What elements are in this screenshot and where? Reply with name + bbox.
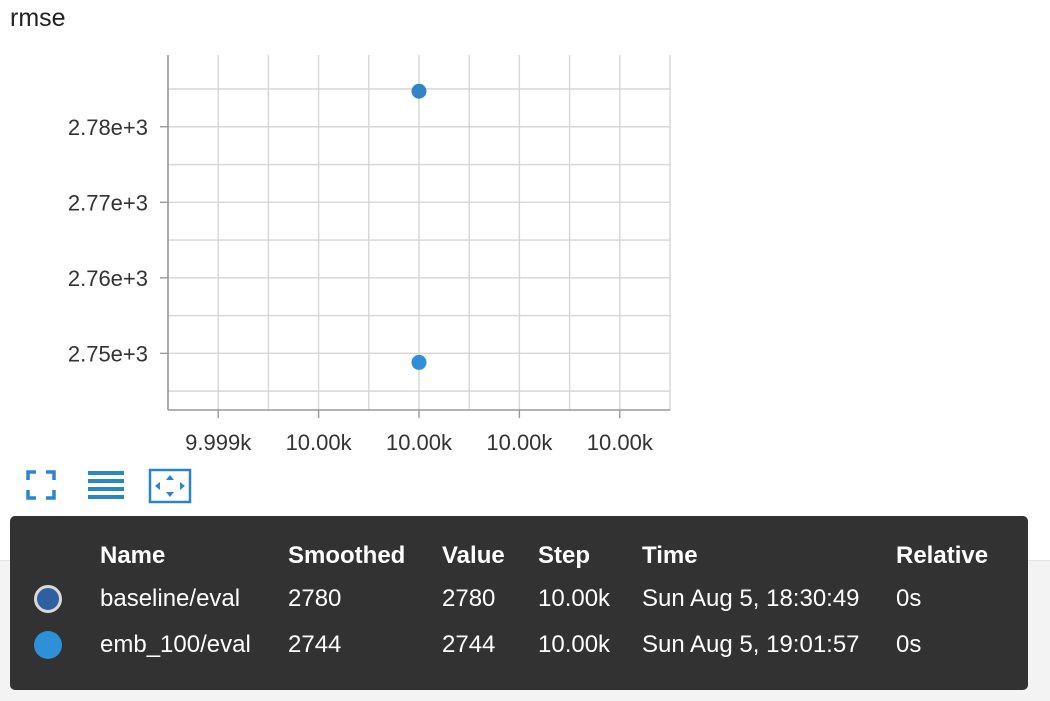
x-tick-label: 10.00k [486, 430, 553, 455]
row-time: Sun Aug 5, 19:01:57 [642, 631, 860, 658]
series-color-dot [34, 585, 62, 614]
tooltip-row-emb100: emb_100/eval 2744 2744 10.00k Sun Aug 5,… [34, 622, 1006, 668]
expand-arrows-icon [148, 468, 192, 504]
toggle-log-scale-button[interactable] [86, 468, 130, 508]
x-tick-label: 10.00k [386, 430, 453, 455]
header-smoothed: Smoothed [288, 542, 406, 569]
tooltip-row-baseline: baseline/eval 2780 2780 10.00k Sun Aug 5… [34, 576, 1006, 622]
row-value: 2780 [442, 585, 496, 612]
data-point [411, 354, 427, 370]
header-relative: Relative [896, 542, 989, 569]
row-smoothed: 2744 [288, 631, 342, 658]
y-tick-label: 2.77e+3 [68, 190, 148, 215]
fit-domain-icon [26, 470, 56, 500]
rmse-scatter-chart[interactable]: 2.78e+3 2.77e+3 2.76e+3 2.75e+3 9.999k 10.00k… [0, 0, 1050, 470]
row-value: 2744 [442, 631, 496, 658]
header-value: Value [442, 542, 505, 569]
y-tick-label: 2.78e+3 [68, 115, 148, 140]
reset-zoom-button[interactable] [148, 468, 192, 508]
header-name: Name [100, 542, 166, 569]
tooltip-table: Name Smoothed Value Step Time Relative b… [34, 536, 1006, 668]
swatch-header [34, 536, 100, 576]
row-step: 10.00k [538, 585, 611, 612]
list-lines-icon [88, 471, 124, 499]
tooltip-header-row: Name Smoothed Value Step Time Relative [34, 536, 1006, 576]
row-smoothed: 2780 [288, 585, 342, 612]
row-relative: 0s [896, 585, 922, 612]
x-tick-label: 10.00k [286, 430, 353, 455]
data-point [411, 83, 427, 99]
series-tooltip: Name Smoothed Value Step Time Relative b… [10, 516, 1028, 690]
fit-domain-button[interactable] [26, 468, 70, 508]
row-name: baseline/eval [100, 585, 241, 612]
row-time: Sun Aug 5, 18:30:49 [642, 585, 860, 612]
y-tick-label: 2.75e+3 [68, 341, 148, 366]
row-name: emb_100/eval [100, 631, 251, 658]
x-tick-label: 10.00k [587, 430, 654, 455]
x-tick-label: 9.999k [185, 430, 252, 455]
series-color-dot [34, 631, 62, 660]
row-step: 10.00k [538, 631, 611, 658]
row-relative: 0s [896, 631, 922, 658]
header-time: Time [642, 542, 698, 569]
y-tick-label: 2.76e+3 [68, 266, 148, 291]
header-step: Step [538, 542, 591, 569]
